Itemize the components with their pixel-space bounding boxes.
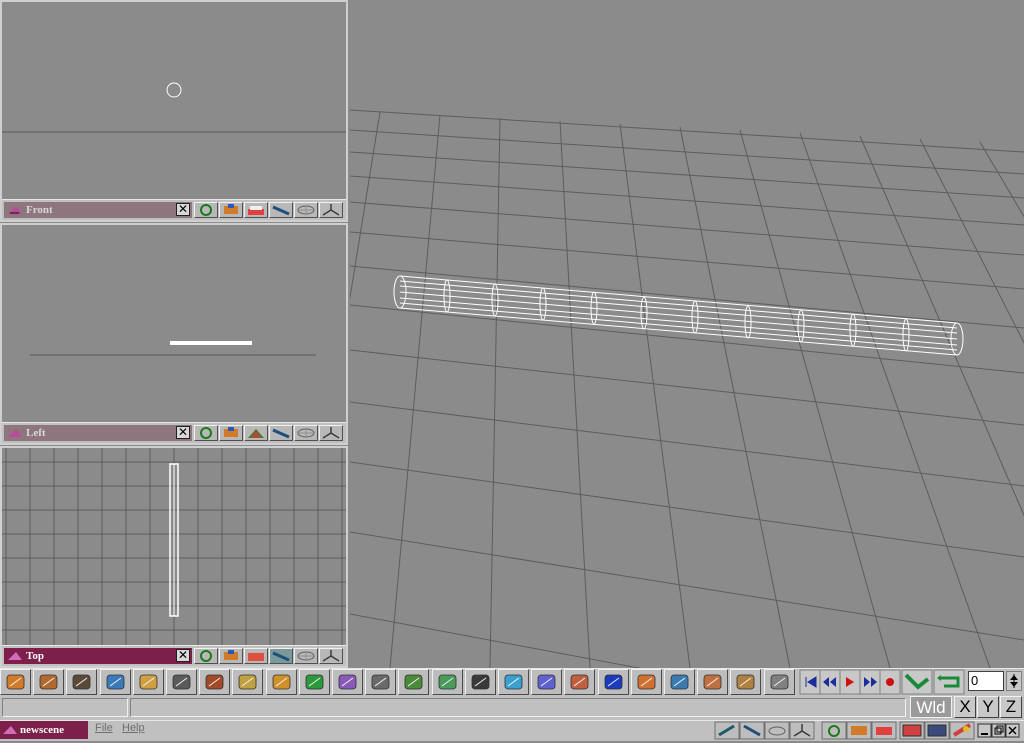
orbit-icon[interactable] [194,425,218,441]
monitor-icon [899,721,925,740]
deform-icon[interactable] [564,669,596,695]
pan-icon[interactable] [219,648,243,664]
play-icon [839,669,861,695]
orbit-icon [821,721,847,740]
pan-icon [846,721,872,740]
material-icon[interactable] [298,669,330,695]
grid-icon[interactable] [597,669,629,695]
record-icon [879,669,901,695]
wireframe-icon[interactable] [294,648,318,664]
keyframe-icon [901,669,933,695]
menu-help[interactable]: Help [122,722,145,734]
loop-icon [933,669,965,695]
close-button[interactable]: ✕ [176,203,190,216]
figure-icon[interactable] [531,669,563,695]
pan-icon[interactable] [219,425,243,441]
frame-input[interactable]: 0 [968,671,1004,691]
viewport-title[interactable]: Top [4,648,192,664]
cylinder-icon[interactable] [33,669,65,695]
front-viewport[interactable]: Front ✕ [0,0,348,222]
3d-view-icon[interactable] [664,669,695,695]
left-view-canvas [30,341,316,356]
spinner-arrows-icon [1010,674,1018,688]
status-field-main [130,698,906,717]
x-axis-button[interactable]: X [954,696,976,718]
film-strip-icon[interactable] [464,669,496,695]
extrude-icon[interactable] [232,669,264,695]
orbit-scene-icon [714,721,740,740]
pan-icon[interactable] [219,202,243,218]
axis-scene-icon [789,721,815,740]
window-icons-group [714,721,1024,740]
rewind-icon [819,669,841,695]
camera-icon[interactable] [66,669,98,695]
scale-icon[interactable] [763,669,795,695]
left-viewport-toolbar: Left ✕ [2,422,346,443]
app-title: newscene [20,724,64,736]
app-logo-icon [3,726,17,734]
render-icon [871,721,897,740]
minimize-icon [977,723,992,738]
sphere-icon[interactable] [265,669,297,695]
walk-icon[interactable] [269,425,293,441]
bone-icon[interactable] [166,669,197,695]
viewport-title[interactable]: Front [4,202,192,218]
axis-icon[interactable] [319,202,343,218]
render-preview-icon[interactable] [244,425,268,441]
platform-icon[interactable] [630,669,662,695]
help-icon [949,721,975,740]
left-viewport[interactable]: Left ✕ [0,223,348,445]
close-button[interactable]: ✕ [176,426,190,439]
display-icon [924,721,950,740]
cylinder-wireframe [393,275,964,356]
perspective-grid [289,109,1024,741]
app-logo-icon [8,429,22,437]
status-field-left [2,698,128,717]
spline-icon[interactable] [365,669,397,695]
wireframe-icon[interactable] [294,425,318,441]
path-icon[interactable] [398,669,430,695]
cube-icon[interactable] [498,669,529,695]
boolean-icon[interactable] [697,669,729,695]
menu-file[interactable]: File [95,722,113,734]
fast-forward-icon [859,669,881,695]
viewport-title[interactable]: Left [4,425,192,441]
front-viewport-toolbar: Front ✕ [2,199,346,220]
lathe-icon[interactable] [431,669,463,695]
axis-mode-button[interactable]: Wld [910,696,952,718]
close-button[interactable]: ✕ [176,649,190,662]
close-window-icon [1005,723,1020,738]
render-preview-icon[interactable] [244,648,268,664]
perspective-viewport[interactable] [289,0,1024,741]
playback-controls [798,669,968,695]
first-frame-icon [799,669,821,695]
wireframe-icon[interactable] [294,202,318,218]
select-arrow-icon[interactable] [99,669,131,695]
top-viewport-toolbar: Top ✕ [2,645,346,666]
orbit-icon[interactable] [194,202,218,218]
render-preview-icon[interactable] [244,202,268,218]
box-icon[interactable] [199,669,231,695]
top-viewport[interactable]: Top ✕ [0,446,348,668]
walk-scene-icon [739,721,765,740]
wireframe-scene-icon [764,721,790,740]
app-title-bar: newscene [0,721,88,739]
app-logo-icon [8,206,22,214]
axis-icon[interactable] [319,648,343,664]
front-view-canvas [2,82,346,133]
axis-icon[interactable] [319,425,343,441]
rotate-icon[interactable] [730,669,762,695]
transform-icon[interactable] [132,669,164,695]
orbit-icon[interactable] [194,648,218,664]
frame-spinner[interactable] [1006,671,1022,691]
y-axis-button[interactable]: Y [977,696,999,718]
walk-icon[interactable] [269,648,293,664]
blob-icon[interactable] [332,669,363,695]
restore-icon [991,723,1006,738]
z-axis-button[interactable]: Z [1000,696,1022,718]
bridge-icon[interactable] [0,669,31,695]
walk-icon[interactable] [269,202,293,218]
app-logo-icon [8,652,22,660]
top-view-canvas [2,448,346,646]
